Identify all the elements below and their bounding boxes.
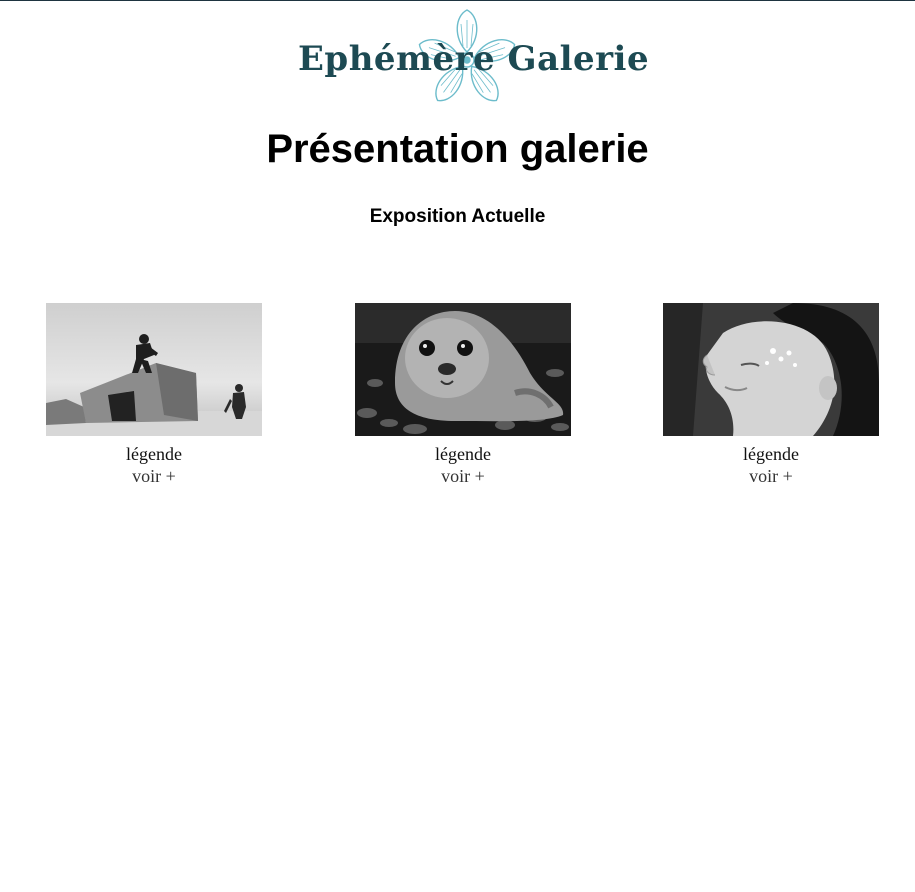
voir-plus-link[interactable]: voir + [355,465,571,487]
section-title: Exposition Actuelle [369,206,546,227]
gallery-card: légende voir + [46,303,262,487]
children-on-bunker-photo[interactable] [46,303,262,436]
woman-with-flowers-on-face-photo[interactable] [663,303,879,436]
logo-text: Ephémère Galerie [298,39,650,79]
seal-on-pebbles-photo[interactable] [355,303,571,436]
gallery-card: légende voir + [663,303,879,487]
gallery-card: légende voir + [355,303,571,487]
card-caption: légende [126,444,182,464]
voir-plus-link[interactable]: voir + [663,465,879,487]
card-caption: légende [435,444,491,464]
voir-plus-link[interactable]: voir + [46,465,262,487]
card-caption: légende [743,444,799,464]
page-title: Présentation galerie [266,127,649,171]
site-logo[interactable]: Ephémère Galerie [290,9,650,111]
